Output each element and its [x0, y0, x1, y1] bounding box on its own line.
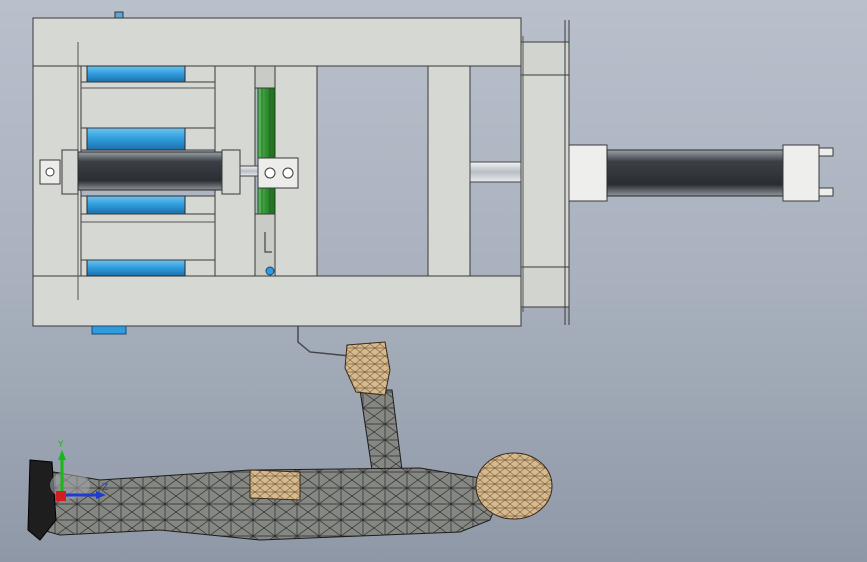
triad-y-label: Y [58, 440, 64, 450]
human-mannequin[interactable] [27, 341, 553, 541]
cad-viewport[interactable]: Y Z [0, 0, 867, 562]
axis-triad [50, 450, 106, 501]
triad-z-label: Z [102, 483, 109, 493]
assembly-drawing [27, 11, 834, 541]
